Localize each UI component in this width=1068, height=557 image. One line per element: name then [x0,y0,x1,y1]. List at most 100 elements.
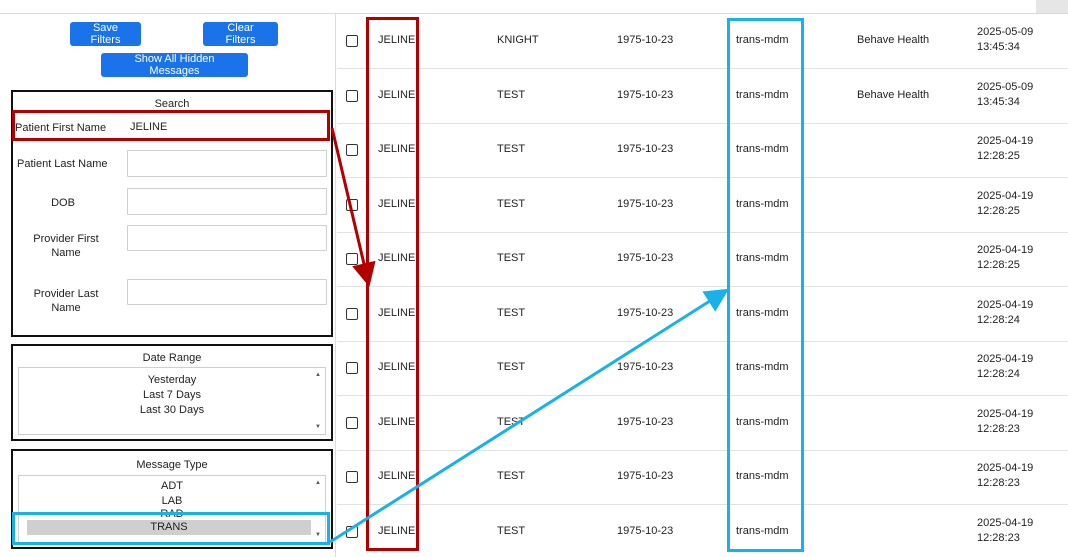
facility-cell: Behave Health [857,34,930,46]
row-checkbox[interactable] [346,471,358,483]
last-name-cell: TEST [497,88,526,101]
last-name-cell: TEST [497,252,526,264]
last-name-cell: TEST [497,415,526,428]
row-checkbox[interactable] [346,89,358,102]
provider-first-name-field[interactable] [127,225,327,251]
clear-filters-button[interactable]: Clear Filters [203,22,278,46]
last-name-cell: TEST [497,143,526,155]
time-text: 12:28:23 [977,422,1020,435]
dob-cell: 1975-10-23 [617,524,674,537]
first-name-column-highlight [366,17,419,551]
table-row[interactable]: JELINE TEST 1975-10-23 trans-mdm 2025-04-19 1… [337,396,1068,451]
date-range-option[interactable]: Last 30 Days [19,403,325,418]
last-name-cell: TEST [497,197,526,210]
last-name-cell: TEST [497,470,526,482]
row-checkbox[interactable] [346,525,358,538]
last-name-cell: TEST [497,361,526,373]
row-checkbox[interactable] [346,253,358,265]
type-column-highlight [727,18,804,552]
row-checkbox[interactable] [346,416,358,429]
date-range-title: Date Range [142,352,202,364]
date-range-listbox[interactable]: Yesterday Last 7 Days Last 30 Days ▲ ▼ [18,367,326,435]
dob-cell: 1975-10-23 [617,306,674,319]
row-checkbox[interactable] [346,35,358,47]
time-text: 12:28:23 [977,477,1020,489]
date-range-box: Date Range Yesterday Last 7 Days Last 30… [11,344,333,441]
datetime-cell: 2025-04-19 12:28:25 [977,189,1033,219]
table-row[interactable]: JELINE TEST 1975-10-23 trans-mdm 2025-04-19 1… [337,178,1068,233]
last-name-cell: TEST [497,524,526,537]
last-name-cell: KNIGHT [497,34,539,46]
date-range-option[interactable]: Last 7 Days [19,388,325,403]
time-text: 12:28:23 [977,531,1020,544]
search-title: Search [154,98,190,110]
provider-first-name-label: Provider First Name [33,233,99,259]
window-corner [1036,0,1068,13]
time-text: 12:28:24 [977,368,1020,380]
date-text: 2025-05-09 [977,26,1034,38]
datetime-cell: 2025-04-19 12:28:25 [977,243,1033,273]
datetime-cell: 2025-05-09 13:45:34 [977,80,1033,110]
table-row[interactable]: JELINE TEST 1975-10-23 trans-mdm 2025-04-19 1… [337,287,1068,342]
table-row[interactable]: JELINE TEST 1975-10-23 trans-mdm 2025-04-19 1… [337,341,1068,396]
table-row[interactable]: JELINE TEST 1975-10-23 trans-mdm 2025-04-19 1… [337,450,1068,505]
row-checkbox[interactable] [346,144,358,156]
time-text: 13:45:34 [977,41,1020,53]
filter-panel: Save Filters Clear Filters Show All Hidd… [0,14,336,557]
dob-cell: 1975-10-23 [617,415,674,428]
row-checkbox[interactable] [346,362,358,374]
last-name-label: Patient Last Name [17,158,108,170]
provider-last-name-label: Provider Last Name [33,288,99,314]
datetime-cell: 2025-04-19 12:28:24 [977,298,1033,328]
dob-cell: 1975-10-23 [617,34,674,46]
dob-cell: 1975-10-23 [617,470,674,482]
dob-cell: 1975-10-23 [617,88,674,101]
message-type-option[interactable]: LAB [19,494,325,509]
datetime-cell: 2025-04-19 12:28:23 [977,407,1033,437]
date-range-option[interactable]: Yesterday [19,373,325,388]
table-row[interactable]: JELINE TEST 1975-10-23 trans-mdm Behave Heal… [337,69,1068,124]
trans-option-highlight [12,512,330,545]
time-text: 12:28:25 [977,204,1020,217]
scroll-up-icon[interactable]: ▲ [315,372,321,378]
scroll-up-icon[interactable]: ▲ [315,480,321,486]
dob-cell: 1975-10-23 [617,252,674,264]
row-checkbox[interactable] [346,198,358,211]
time-text: 12:28:25 [977,150,1020,162]
datetime-cell: 2025-05-09 13:45:34 [977,25,1033,55]
message-type-option[interactable]: ADT [19,479,325,494]
time-text: 12:28:24 [977,313,1020,326]
table-row[interactable]: JELINE TEST 1975-10-23 trans-mdm 2025-04-19 1… [337,232,1068,287]
date-text: 2025-04-19 [977,516,1034,529]
dob-field[interactable] [127,188,327,215]
first-name-field-highlight [12,110,330,141]
last-name-field[interactable] [127,150,327,177]
table-row[interactable]: JELINE KNIGHT 1975-10-23 trans-mdm Behave He… [337,14,1068,69]
date-text: 2025-04-19 [977,189,1034,202]
last-name-cell: TEST [497,306,526,319]
date-text: 2025-04-19 [977,407,1034,420]
show-hidden-messages-button[interactable]: Show All Hidden Messages [101,53,248,77]
date-text: 2025-04-19 [977,353,1034,365]
datetime-cell: 2025-04-19 12:28:25 [977,134,1033,164]
dob-cell: 1975-10-23 [617,361,674,373]
message-type-title: Message Type [136,459,208,471]
date-text: 2025-04-19 [977,135,1034,147]
dob-cell: 1975-10-23 [617,197,674,210]
scroll-down-icon[interactable]: ▼ [315,424,321,430]
dob-cell: 1975-10-23 [617,143,674,155]
date-text: 2025-04-19 [977,462,1034,474]
datetime-cell: 2025-04-19 12:28:23 [977,516,1033,546]
date-text: 2025-04-19 [977,244,1034,256]
dob-label: DOB [51,197,75,209]
time-text: 13:45:34 [977,95,1020,108]
table-row[interactable]: JELINE TEST 1975-10-23 trans-mdm 2025-04-19 1… [337,505,1068,557]
datetime-cell: 2025-04-19 12:28:23 [977,461,1033,491]
table-row[interactable]: JELINE TEST 1975-10-23 trans-mdm 2025-04-19 1… [337,123,1068,178]
date-text: 2025-05-09 [977,80,1034,93]
provider-last-name-field[interactable] [127,279,327,305]
time-text: 12:28:25 [977,259,1020,271]
facility-cell: Behave Health [857,88,930,101]
save-filters-button[interactable]: Save Filters [70,22,141,46]
row-checkbox[interactable] [346,307,358,320]
